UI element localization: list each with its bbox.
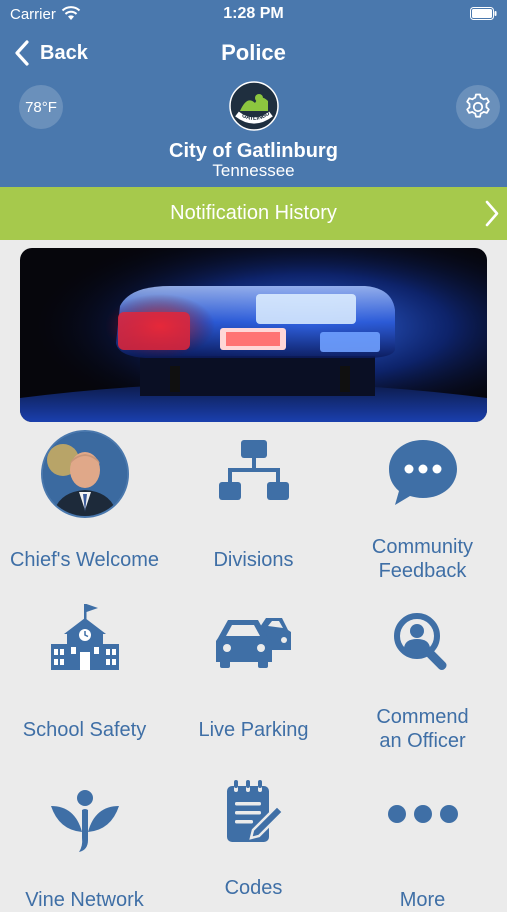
chat-bubble-icon: [388, 440, 457, 505]
tile-commend-officer[interactable]: Commend an Officer: [338, 600, 507, 752]
more-icon: [387, 805, 458, 823]
cars-icon: [215, 618, 291, 668]
notification-history-button[interactable]: Notification History: [0, 187, 507, 240]
tile-divisions[interactable]: Divisions: [169, 430, 338, 580]
tile-label: Commend an Officer: [376, 706, 469, 752]
weather-badge[interactable]: 78°F: [19, 85, 63, 129]
tile-community-feedback[interactable]: Community Feedback: [338, 430, 507, 582]
tile-label: Live Parking: [198, 719, 309, 741]
chief-portrait: [40, 430, 129, 518]
tile-more[interactable]: More: [338, 780, 507, 911]
tile-label: Chief's Welcome: [9, 549, 160, 571]
tile-label: Vine Network: [25, 889, 144, 911]
tile-label: School Safety: [22, 719, 147, 741]
vine-icon: [50, 790, 119, 852]
tile-label: Divisions: [213, 549, 294, 571]
status-bar: Carrier 1:28 PM: [0, 0, 507, 28]
search-user-icon: [393, 613, 447, 671]
tile-school-safety[interactable]: School Safety: [0, 600, 169, 750]
notepad-icon: [226, 780, 285, 842]
state-name: Tennessee: [212, 161, 295, 180]
page-title: Police: [221, 40, 286, 65]
notification-history-label: Notification History: [170, 202, 337, 224]
temperature-label: 78°F: [25, 98, 57, 116]
settings-button[interactable]: [456, 85, 500, 129]
chevron-right-icon: [485, 200, 499, 227]
clock: 1:28 PM: [223, 5, 284, 22]
tile-codes[interactable]: Codes: [169, 780, 338, 900]
tile-label: Codes: [224, 877, 283, 899]
tile-chiefs-welcome[interactable]: Chief's Welcome: [0, 430, 169, 580]
tile-live-parking[interactable]: Live Parking: [169, 600, 338, 750]
school-icon: [50, 604, 119, 670]
nav-bar: Back Police: [0, 30, 507, 74]
police-lights-image: [20, 248, 487, 422]
app-header: Carrier 1:28 PM Back Police 78°F GATLINB…: [0, 0, 507, 187]
org-chart-icon: [218, 440, 289, 500]
police-lights-banner: [20, 248, 487, 422]
tile-vine-network[interactable]: Vine Network: [0, 780, 169, 911]
battery-icon: [470, 7, 497, 20]
gear-icon: [466, 93, 490, 118]
city-name: City of Gatlinburg: [169, 140, 338, 162]
city-logo: GATLINBURG: [229, 81, 279, 131]
tile-label: More: [399, 889, 446, 911]
tile-label: Community Feedback: [371, 536, 474, 582]
